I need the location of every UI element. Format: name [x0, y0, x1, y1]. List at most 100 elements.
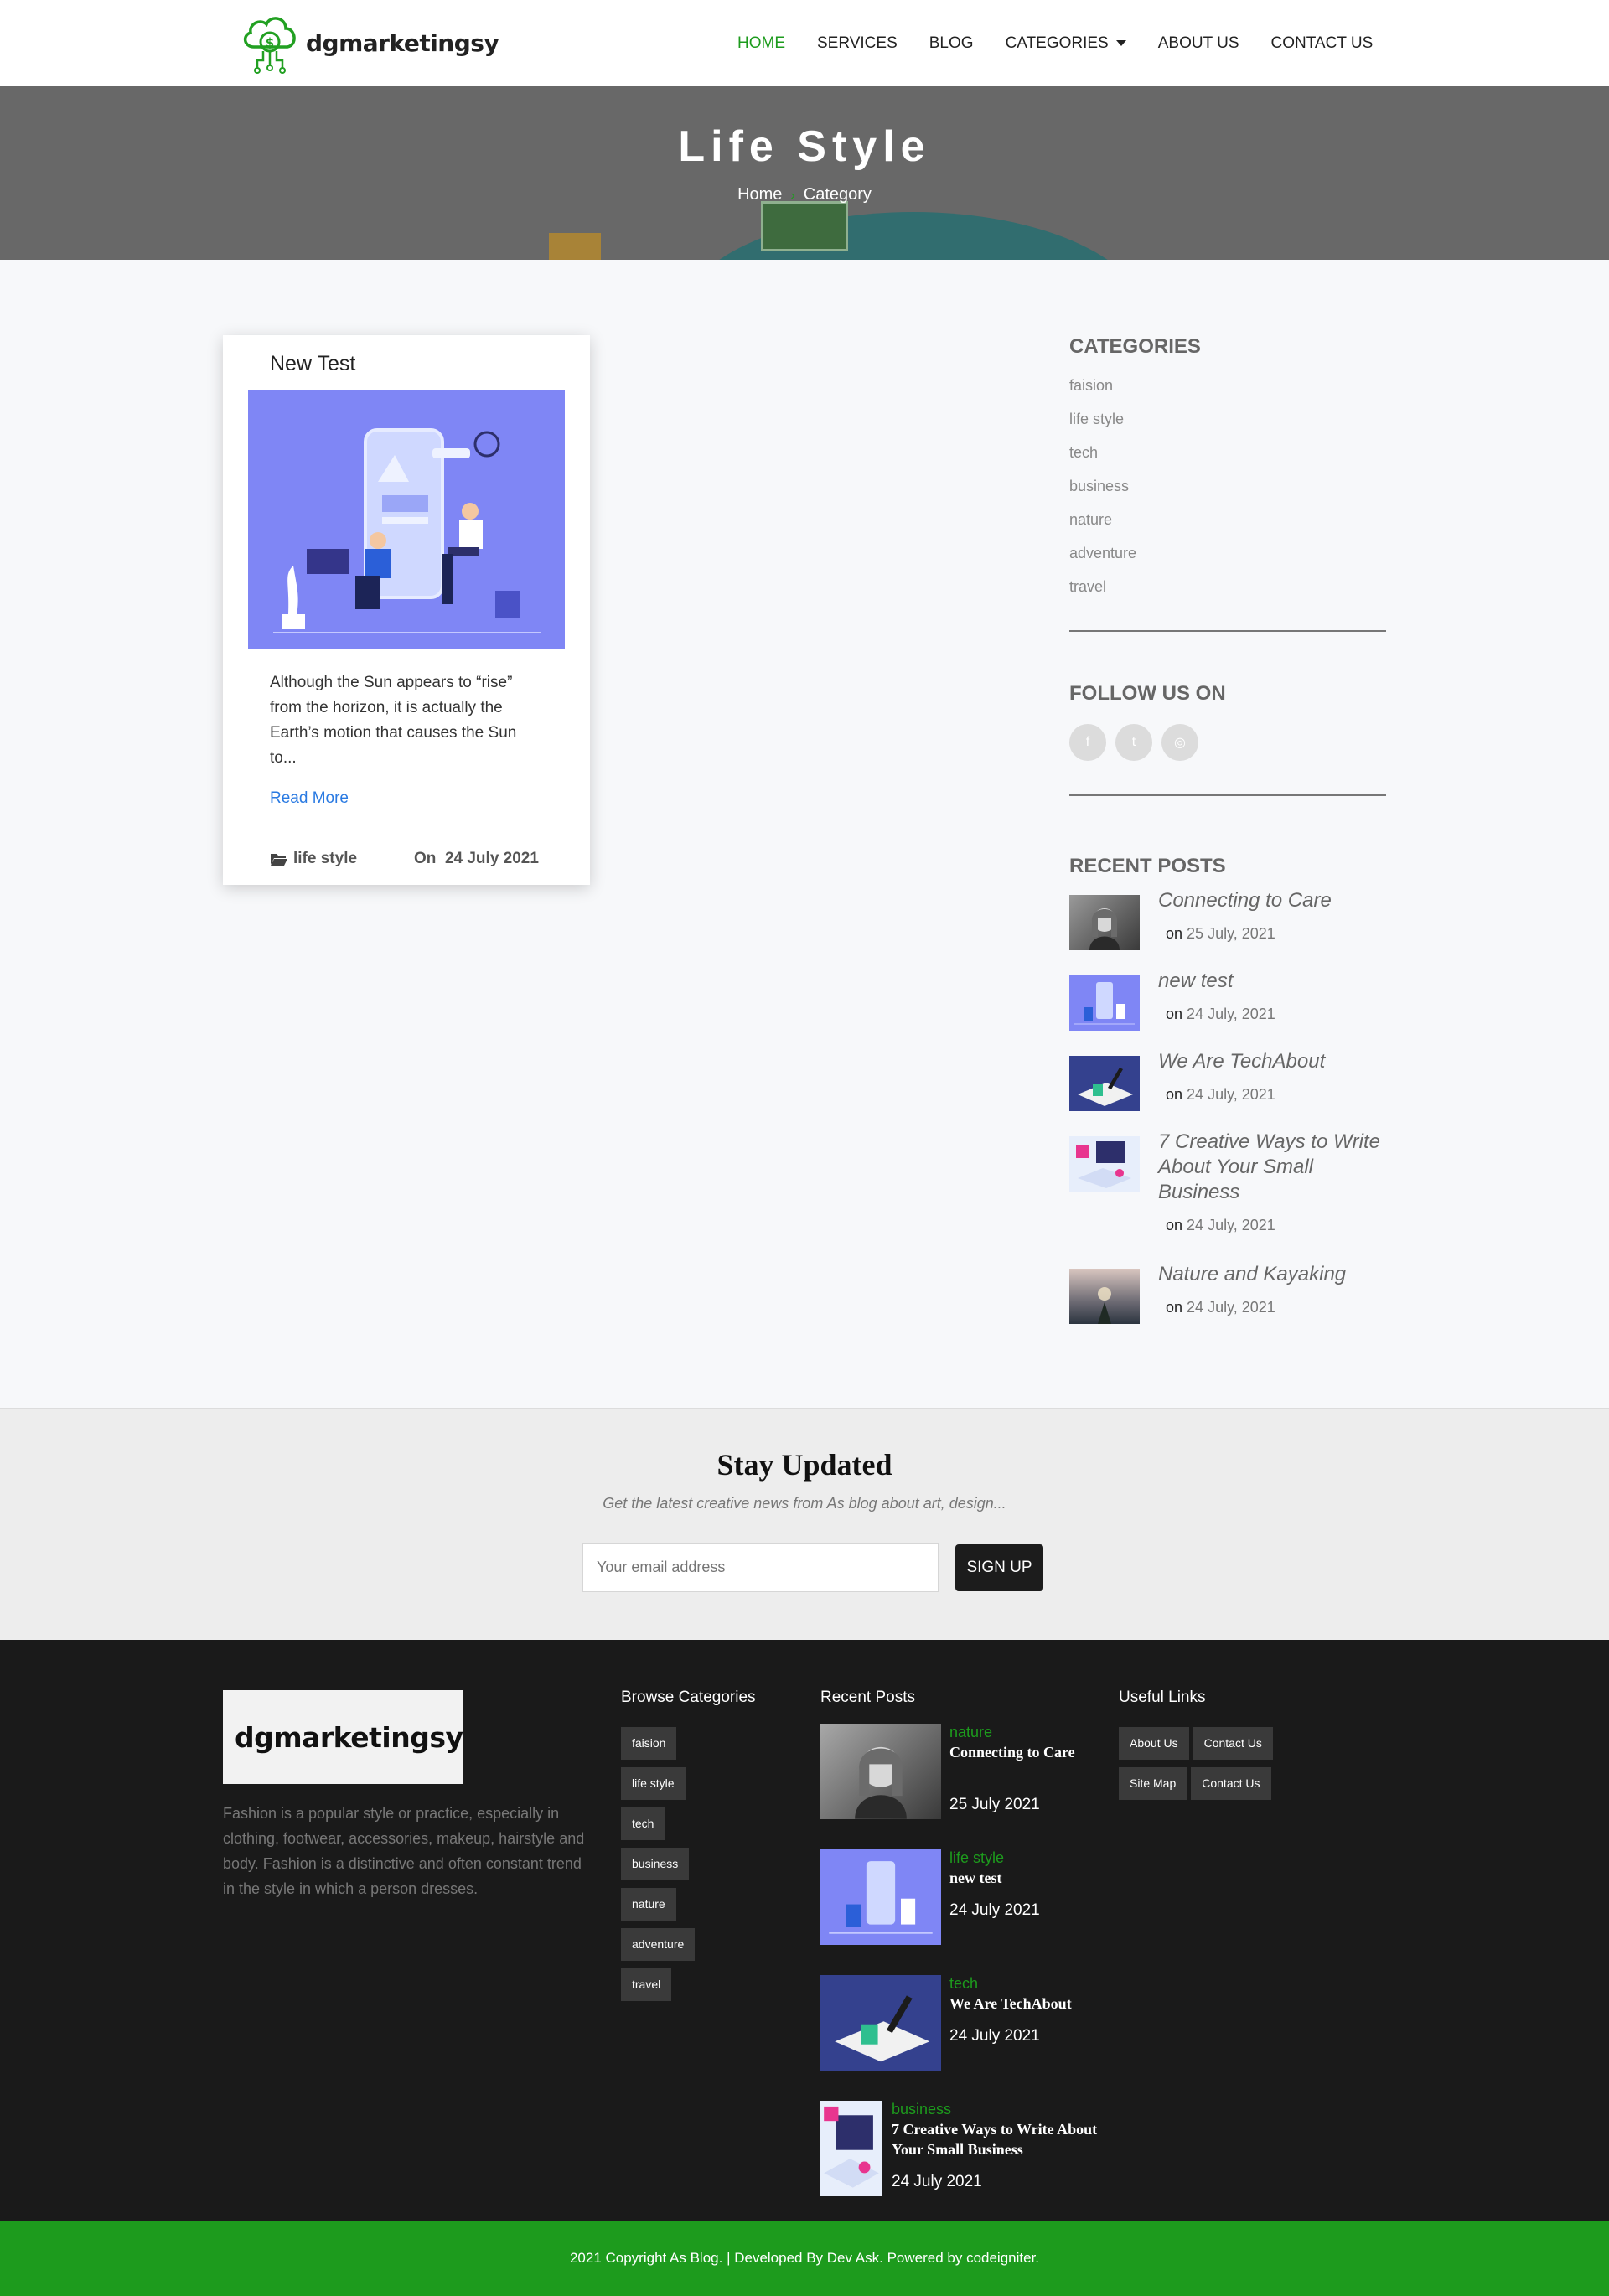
breadcrumb-home[interactable]: Home — [737, 185, 782, 204]
recent-post-item[interactable]: Nature and Kayaking on 24 July, 2021 — [1069, 1263, 1386, 1346]
footer-recent-post-thumbnail — [820, 1975, 941, 2071]
brand-name: dgmarketingsy — [306, 28, 499, 57]
brand-logo[interactable]: $ dgmarketingsy — [239, 10, 499, 75]
instagram-icon[interactable]: ◎ — [1161, 724, 1198, 761]
category-item[interactable]: nature — [1069, 503, 1386, 536]
category-item[interactable]: faision — [1069, 369, 1386, 402]
footer-recent-post[interactable]: tech We Are TechAbout 24 July 2021 — [820, 1975, 1105, 2076]
category-tag[interactable]: business — [621, 1848, 690, 1880]
category-tag[interactable]: travel — [621, 1968, 672, 2001]
recent-post-title[interactable]: new test — [1158, 969, 1393, 994]
page-hero: Life Style Home › Category — [0, 86, 1609, 260]
post-image[interactable] — [248, 390, 565, 649]
follow-heading: FOLLOW US ON — [1069, 682, 1226, 705]
useful-links-heading: Useful Links — [1119, 1688, 1206, 1706]
recent-post-title[interactable]: Connecting to Care — [1158, 888, 1393, 913]
recent-post-title[interactable]: We Are TechAbout — [1158, 1049, 1393, 1074]
email-field[interactable] — [582, 1543, 939, 1592]
post-date-value: 24 July 2021 — [444, 850, 539, 867]
business-illustration — [824, 2106, 879, 2188]
category-tag[interactable]: faision — [621, 1727, 677, 1760]
social-links: f t ◎ — [1069, 724, 1386, 761]
recent-post-title[interactable]: Nature and Kayaking — [1158, 1262, 1393, 1287]
recent-post-thumbnail — [1069, 895, 1140, 950]
divider — [1069, 794, 1386, 796]
read-more-link[interactable]: Read More — [270, 789, 349, 808]
recent-post-date: on 25 July, 2021 — [1166, 925, 1275, 943]
post-date-prefix: On — [414, 850, 437, 867]
breadcrumb-current: Category — [803, 185, 872, 204]
recent-post-date: on 24 July, 2021 — [1166, 1086, 1275, 1104]
recent-post-item[interactable]: 7 Creative Ways to Write About Your Smal… — [1069, 1130, 1386, 1265]
category-list: faision life style tech business nature … — [1069, 369, 1386, 603]
breadcrumb: Home › Category — [0, 185, 1609, 204]
sidebar: CATEGORIES faision life style tech busin… — [1069, 335, 1386, 1346]
sign-up-button[interactable]: SIGN UP — [955, 1544, 1043, 1591]
footer-recent-post[interactable]: business 7 Creative Ways to Write About … — [820, 2101, 1105, 2201]
recent-post-item[interactable]: We Are TechAbout on 24 July, 2021 — [1069, 1050, 1386, 1133]
main-nav: HOME SERVICES BLOG CATEGORIES ABOUT US C… — [737, 0, 1405, 86]
mobile-app-illustration — [1074, 982, 1135, 1025]
category-item[interactable]: life style — [1069, 402, 1386, 436]
recent-post-date: on 24 July, 2021 — [1166, 1006, 1275, 1023]
link-contact-us[interactable]: Contact Us — [1191, 1767, 1271, 1800]
hero-background-shape — [679, 212, 1148, 260]
category-tag[interactable]: tech — [621, 1807, 665, 1840]
footer-recent-post-category[interactable]: nature — [949, 1724, 992, 1741]
category-item[interactable]: tech — [1069, 436, 1386, 469]
footer-recent-post-thumbnail — [820, 1724, 941, 1819]
recent-post-date-value: 24 July, 2021 — [1187, 1217, 1275, 1233]
category-item[interactable]: business — [1069, 469, 1386, 503]
recent-post-date-value: 24 July, 2021 — [1187, 1006, 1275, 1022]
nav-home[interactable]: HOME — [737, 34, 785, 53]
category-tag[interactable]: life style — [621, 1767, 686, 1800]
footer-recent-post-category[interactable]: business — [892, 2101, 951, 2118]
link-contact-us[interactable]: Contact Us — [1193, 1727, 1273, 1760]
footer-brand-name: dgmarketingsy — [235, 1720, 463, 1754]
nav-blog[interactable]: BLOG — [929, 34, 974, 53]
link-about-us[interactable]: About Us — [1119, 1727, 1189, 1760]
portrait-photo — [855, 1746, 907, 1819]
post-excerpt: Although the Sun appears to “rise” from … — [270, 674, 517, 767]
post-title[interactable]: New Test — [270, 352, 355, 376]
category-item[interactable]: travel — [1069, 570, 1386, 603]
caret-down-icon — [1115, 40, 1126, 46]
navbar: $ dgmarketingsy HOME SERVICES BLOG CATEG… — [0, 0, 1609, 86]
footer-recent-post[interactable]: life style new test 24 July 2021 — [820, 1849, 1105, 1950]
footer-recent-post-title[interactable]: Connecting to Care — [949, 1742, 1109, 1762]
nav-contact-us[interactable]: CONTACT US — [1271, 34, 1374, 53]
newsletter-section: Stay Updated Get the latest creative new… — [0, 1408, 1609, 1640]
facebook-icon[interactable]: f — [1069, 724, 1106, 761]
category-tag[interactable]: nature — [621, 1888, 676, 1921]
footer-recent-post-title[interactable]: We Are TechAbout — [949, 1993, 1109, 2014]
recent-post-thumbnail — [1069, 1269, 1140, 1324]
nav-about-us[interactable]: ABOUT US — [1158, 34, 1239, 53]
post-card: New Test Although the Sun appears to “ri… — [223, 335, 590, 885]
recent-post-date-prefix: on — [1166, 1086, 1183, 1103]
post-category-label: life style — [293, 850, 358, 867]
recent-post-title[interactable]: 7 Creative Ways to Write About Your Smal… — [1158, 1130, 1393, 1205]
post-category[interactable]: life style — [270, 850, 357, 868]
footer-recent-post-category[interactable]: tech — [949, 1975, 978, 1993]
newsletter-title: Stay Updated — [717, 1448, 892, 1482]
recent-post-item[interactable]: new test on 24 July, 2021 — [1069, 970, 1386, 1052]
tech-illustration — [1078, 1068, 1133, 1106]
link-site-map[interactable]: Site Map — [1119, 1767, 1187, 1800]
tech-illustration — [835, 1995, 930, 2062]
footer: $ dgmarketingsy Fashion is a popular sty… — [0, 1640, 1609, 2221]
footer-recent-post-title[interactable]: 7 Creative Ways to Write About Your Smal… — [892, 2119, 1101, 2159]
nav-categories[interactable]: CATEGORIES — [1006, 34, 1126, 53]
footer-recent-post-category[interactable]: life style — [949, 1849, 1004, 1867]
twitter-icon[interactable]: t — [1115, 724, 1152, 761]
nav-services[interactable]: SERVICES — [817, 34, 898, 53]
footer-recent-post-title[interactable]: new test — [949, 1868, 1109, 1888]
recent-post-item[interactable]: Connecting to Care on 25 July, 2021 — [1069, 889, 1386, 972]
footer-logo[interactable]: $ dgmarketingsy — [223, 1690, 463, 1784]
footer-recent-post[interactable]: nature Connecting to Care 25 July 2021 — [820, 1724, 1105, 1824]
category-item[interactable]: adventure — [1069, 536, 1386, 570]
categories-heading: CATEGORIES — [1069, 335, 1201, 358]
category-tag[interactable]: adventure — [621, 1928, 696, 1961]
recent-post-thumbnail — [1069, 975, 1140, 1031]
recent-post-date: on 24 July, 2021 — [1166, 1299, 1275, 1316]
svg-text:$: $ — [266, 35, 274, 50]
